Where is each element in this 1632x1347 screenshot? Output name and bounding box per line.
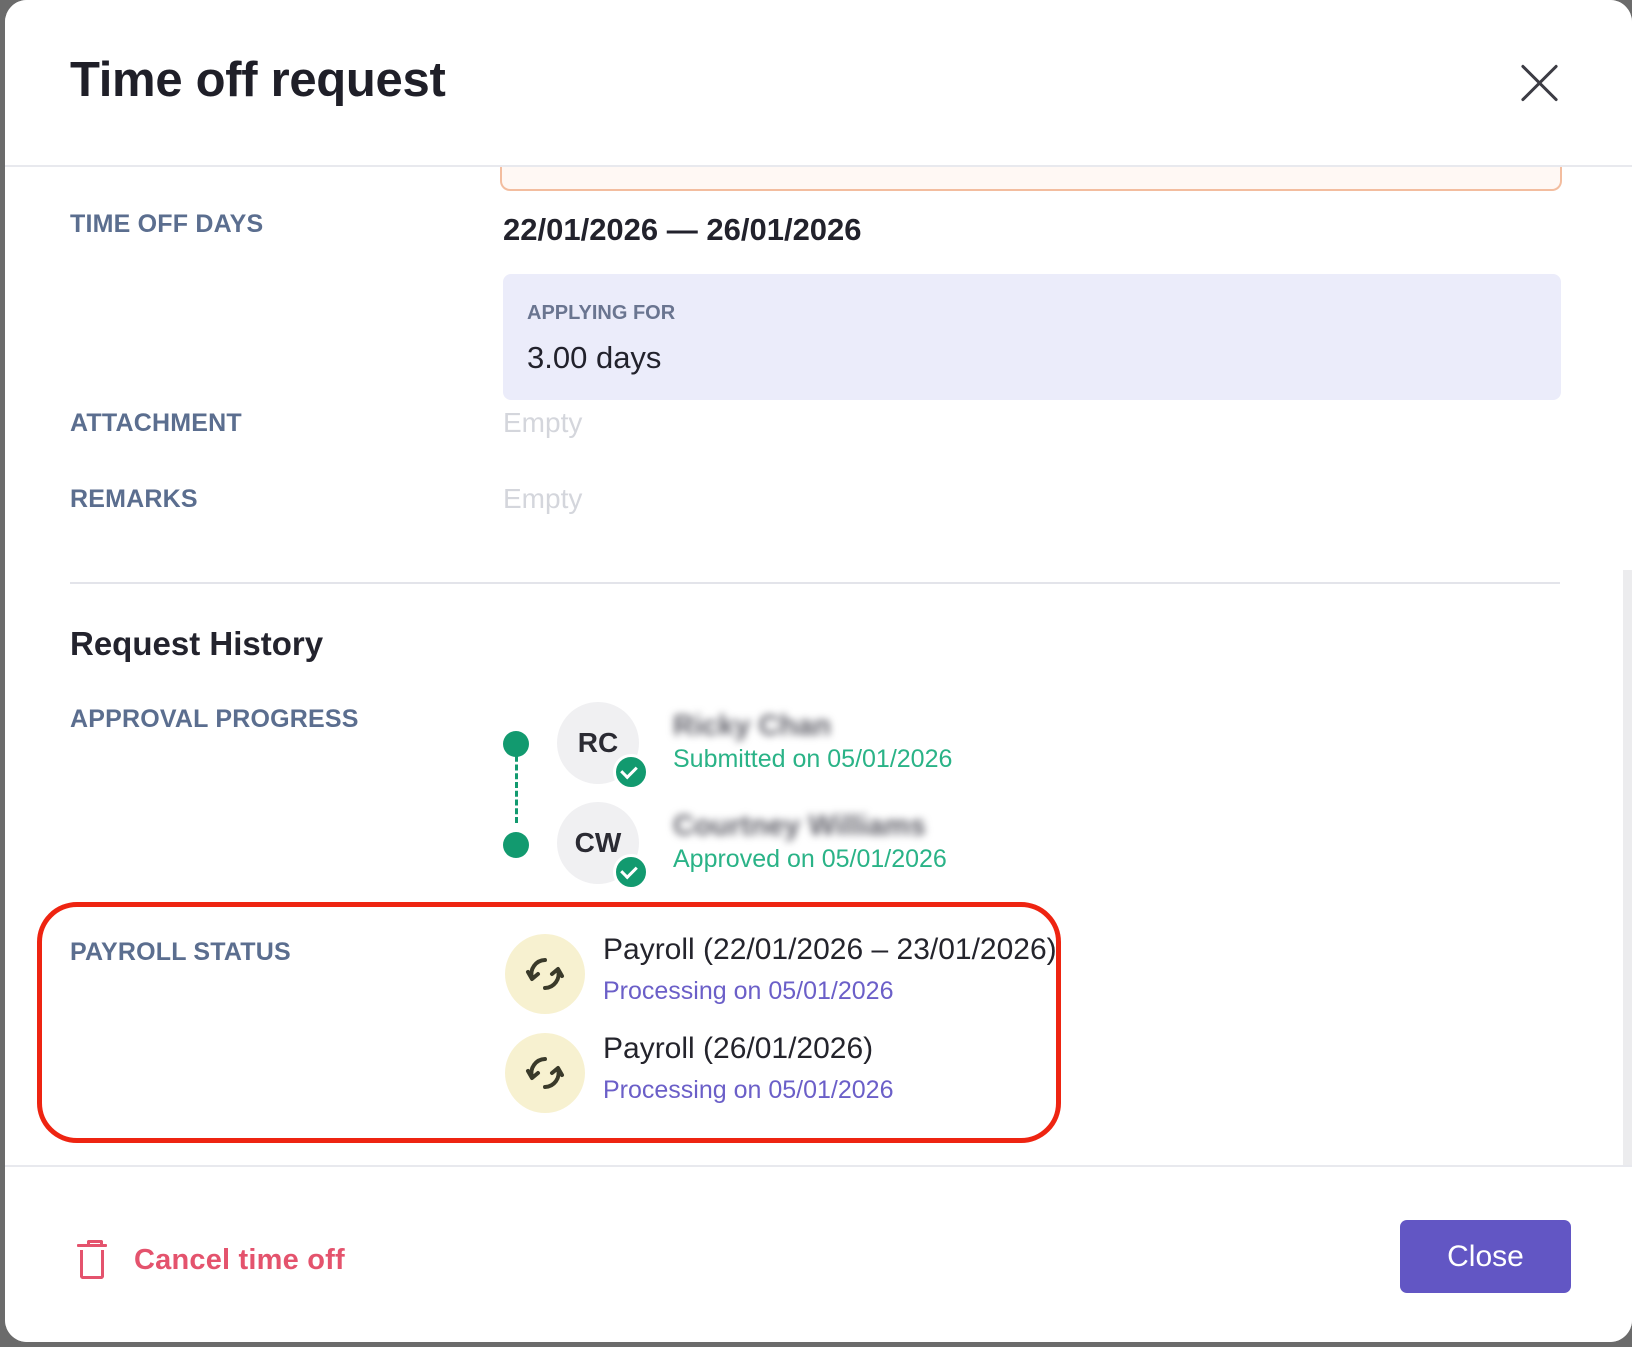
- modal-footer: Cancel time off Close: [5, 1165, 1632, 1342]
- cancel-time-off-label: Cancel time off: [134, 1243, 345, 1276]
- remarks-value: Empty: [503, 483, 583, 514]
- time-off-days-label: TIME OFF DAYS: [70, 210, 264, 238]
- check-circle-icon: [613, 754, 649, 790]
- approver-status: Approved on 05/01/2026: [673, 845, 947, 873]
- cancel-time-off-button[interactable]: Cancel time off: [77, 1234, 345, 1286]
- payroll-status-label: PAYROLL STATUS: [70, 938, 291, 966]
- close-button[interactable]: Close: [1400, 1220, 1571, 1293]
- check-circle-icon: [613, 854, 649, 890]
- request-history-title: Request History: [70, 625, 324, 662]
- applying-for-label: APPLYING FOR: [527, 302, 676, 324]
- applying-for-value: 3.00 days: [527, 340, 662, 375]
- time-off-request-modal: Time off request TIME OFF DAYS 22/01/202…: [5, 0, 1632, 1342]
- payroll-title: Payroll (22/01/2026 – 23/01/2026): [603, 933, 1057, 966]
- timeline-connector: [515, 747, 518, 823]
- approval-progress-label: APPROVAL PROGRESS: [70, 705, 359, 733]
- modal-body[interactable]: TIME OFF DAYS 22/01/2026 — 26/01/2026 AP…: [5, 159, 1632, 1330]
- modal-title: Time off request: [70, 53, 446, 107]
- remarks-label: REMARKS: [70, 485, 198, 513]
- sync-icon: [505, 1033, 585, 1113]
- approver-status: Submitted on 05/01/2026: [673, 745, 953, 773]
- timeline-dot: [503, 832, 529, 858]
- attachment-value: Empty: [503, 407, 583, 438]
- sync-icon: [505, 934, 585, 1014]
- trash-icon: [77, 1240, 107, 1279]
- attachment-label: ATTACHMENT: [70, 409, 242, 437]
- modal-header: Time off request: [5, 0, 1632, 167]
- close-icon[interactable]: [1518, 62, 1560, 104]
- approver-name: Courtney Williams: [673, 810, 926, 842]
- payroll-title: Payroll (26/01/2026): [603, 1032, 874, 1065]
- applying-for-box: APPLYING FOR 3.00 days: [503, 274, 1561, 400]
- payroll-status: Processing on 05/01/2026: [603, 1076, 894, 1104]
- payroll-status: Processing on 05/01/2026: [603, 977, 894, 1005]
- divider: [70, 582, 1560, 584]
- date-range: 22/01/2026 — 26/01/2026: [503, 212, 862, 247]
- approver-name: Ricky Chan: [673, 710, 831, 742]
